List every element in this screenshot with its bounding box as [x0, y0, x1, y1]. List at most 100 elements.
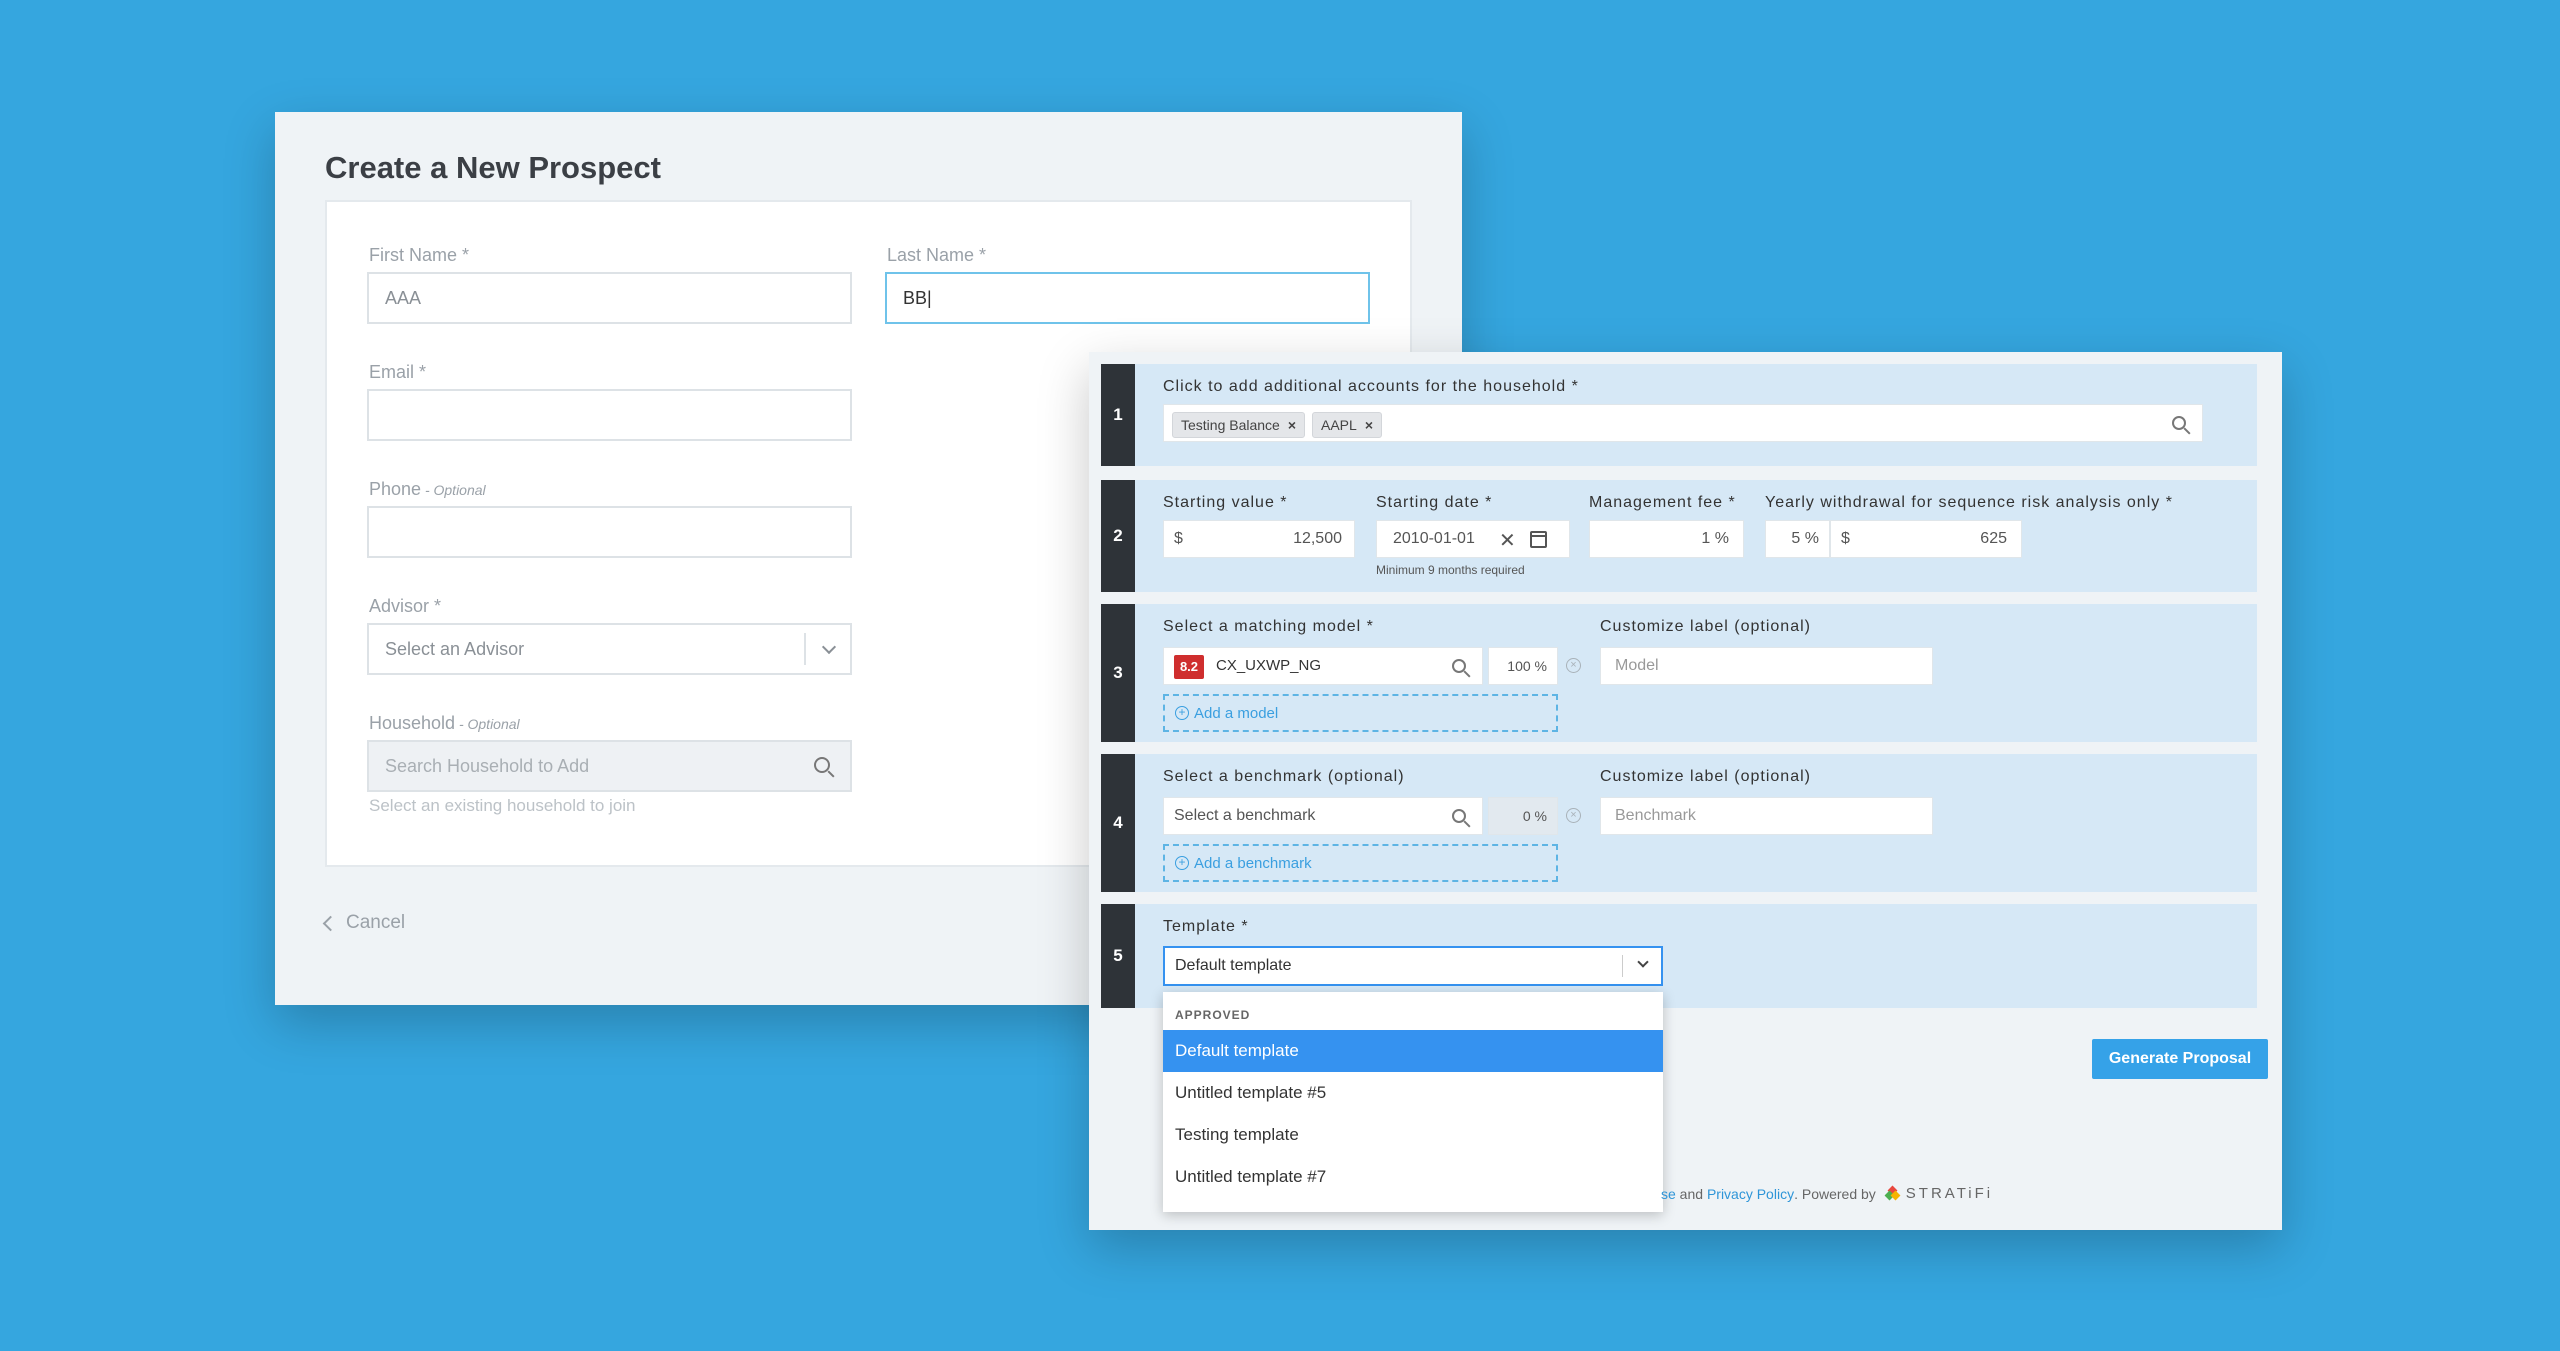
starting-date-input[interactable]: 2010-01-01 ✕	[1376, 520, 1570, 558]
accounts-search-input[interactable]: Testing Balance × AAPL ×	[1163, 404, 2203, 442]
terms-link[interactable]: se	[1661, 1186, 1676, 1202]
starting-value: 12,500	[1293, 530, 1342, 547]
dropdown-option[interactable]: Default template	[1163, 1030, 1663, 1072]
management-fee-label: Management fee *	[1589, 494, 1736, 511]
page-title: Create a New Prospect	[325, 150, 661, 185]
advisor-placeholder: Select an Advisor	[385, 639, 525, 659]
withdrawal-amount-value: 625	[1980, 530, 2007, 547]
benchmark-percent-input[interactable]: 0 %	[1488, 797, 1558, 835]
add-benchmark-label: Add a benchmark	[1194, 854, 1312, 872]
household-optional-text: - Optional	[455, 716, 520, 732]
dropdown-option[interactable]: Untitled template #5	[1163, 1072, 1663, 1114]
starting-value-input[interactable]: $ 12,500	[1163, 520, 1355, 558]
step-values: 2 Starting value * $ 12,500 Starting dat…	[1101, 480, 2257, 592]
step-number: 2	[1101, 480, 1135, 592]
withdrawal-percent-input[interactable]: 5 %	[1765, 520, 1830, 558]
chevron-down-icon[interactable]	[821, 639, 837, 655]
household-search-input[interactable]: Search Household to Add	[367, 740, 852, 792]
search-icon[interactable]	[1452, 809, 1466, 823]
add-benchmark-button[interactable]: + Add a benchmark	[1163, 844, 1558, 882]
withdrawal-amount-input[interactable]: $ 625	[1830, 520, 2022, 558]
management-fee-value: 1	[1701, 530, 1711, 547]
account-tag: AAPL ×	[1312, 412, 1382, 438]
benchmark-search-input[interactable]: Select a benchmark	[1163, 797, 1483, 835]
risk-score-badge: 8.2	[1174, 655, 1204, 679]
household-placeholder: Search Household to Add	[385, 756, 590, 776]
currency-symbol: $	[1841, 530, 1850, 547]
last-name-label: Last Name *	[887, 245, 987, 265]
select-divider	[804, 633, 806, 665]
select-divider	[1622, 955, 1623, 977]
percent-unit: %	[1804, 530, 1819, 547]
household-label: Household - Optional	[369, 713, 520, 734]
advisor-select[interactable]: Select an Advisor	[367, 623, 852, 675]
benchmark-percent-value: 0	[1522, 808, 1531, 824]
starting-date-value: 2010-01-01	[1393, 530, 1475, 547]
model-label-input[interactable]: Model	[1600, 647, 1933, 685]
template-select[interactable]: Default template	[1163, 946, 1663, 986]
dropdown-option[interactable]: Untitled template #7	[1163, 1156, 1663, 1198]
template-dropdown: APPROVED Default template Untitled templ…	[1163, 992, 1663, 1212]
starting-value-label: Starting value *	[1163, 494, 1288, 511]
email-input[interactable]	[367, 389, 852, 441]
cancel-label: Cancel	[346, 912, 406, 933]
privacy-policy-link[interactable]: Privacy Policy	[1707, 1186, 1794, 1202]
brand-name: STRATiFi	[1905, 1185, 1994, 1202]
benchmark-label: Select a benchmark (optional)	[1163, 768, 1405, 785]
remove-tag-icon[interactable]: ×	[1365, 417, 1373, 433]
cancel-button[interactable]: Cancel	[322, 912, 406, 934]
template-value: Default template	[1175, 957, 1292, 974]
stratifi-logo-icon	[1884, 1185, 1901, 1201]
benchmark-placeholder: Select a benchmark	[1174, 807, 1316, 824]
withdrawal-percent-value: 5	[1791, 530, 1801, 547]
plus-icon: +	[1175, 706, 1189, 720]
first-name-input[interactable]: AAA	[367, 272, 852, 324]
template-label: Template *	[1163, 918, 1249, 935]
phone-optional-text: - Optional	[421, 482, 486, 498]
proposal-window: 1 Click to add additional accounts for t…	[1089, 352, 2282, 1230]
calendar-icon[interactable]	[1530, 531, 1547, 548]
plus-icon: +	[1175, 856, 1189, 870]
search-icon[interactable]	[1452, 659, 1466, 673]
model-percent-input[interactable]: 100 %	[1488, 647, 1558, 685]
step-number: 4	[1101, 754, 1135, 892]
account-tag: Testing Balance ×	[1172, 412, 1306, 438]
phone-input[interactable]	[367, 506, 852, 558]
remove-benchmark-icon[interactable]: ×	[1566, 808, 1581, 823]
dropdown-group-label: APPROVED	[1175, 1008, 1251, 1022]
model-name: CX_UXWP_NG	[1216, 657, 1322, 674]
powered-by-text: . Powered by	[1794, 1185, 1876, 1202]
add-model-button[interactable]: + Add a model	[1163, 694, 1558, 732]
step-number: 5	[1101, 904, 1135, 1008]
benchmark-label-input[interactable]: Benchmark	[1600, 797, 1933, 835]
phone-label: Phone - Optional	[369, 479, 486, 500]
last-name-input[interactable]: BB|	[885, 272, 1370, 324]
add-model-label: Add a model	[1194, 704, 1279, 722]
dropdown-option[interactable]: Testing template	[1163, 1114, 1663, 1156]
generate-proposal-button[interactable]: Generate Proposal	[2092, 1039, 2268, 1079]
remove-model-icon[interactable]: ×	[1566, 658, 1581, 673]
footer-and-text: and	[1675, 1185, 1707, 1202]
footer: se and Privacy Policy . Powered by STRAT…	[1661, 1185, 1993, 1202]
starting-date-label: Starting date *	[1376, 494, 1493, 511]
accounts-label: Click to add additional accounts for the…	[1163, 378, 1579, 395]
account-tag-label: AAPL	[1321, 417, 1357, 433]
household-hint: Select an existing household to join	[369, 796, 636, 815]
search-icon[interactable]	[814, 757, 830, 773]
percent-unit: %	[1534, 808, 1547, 824]
model-search-input[interactable]: 8.2 CX_UXWP_NG	[1163, 647, 1483, 685]
stratifi-logo: STRATiFi	[1884, 1185, 1994, 1202]
first-name-label: First Name *	[369, 245, 470, 265]
model-label: Select a matching model *	[1163, 618, 1374, 635]
remove-tag-icon[interactable]: ×	[1288, 417, 1296, 433]
search-icon[interactable]	[2172, 416, 2186, 430]
chevron-down-icon[interactable]	[1637, 956, 1649, 968]
model-percent-value: 100	[1507, 658, 1531, 674]
account-tag-label: Testing Balance	[1181, 417, 1280, 433]
household-label-text: Household	[369, 713, 456, 733]
management-fee-input[interactable]: 1 %	[1589, 520, 1744, 558]
withdrawal-label: Yearly withdrawal for sequence risk anal…	[1765, 494, 2173, 511]
step-number: 1	[1101, 364, 1135, 466]
step-number: 3	[1101, 604, 1135, 742]
clear-icon[interactable]: ✕	[1499, 528, 1516, 553]
